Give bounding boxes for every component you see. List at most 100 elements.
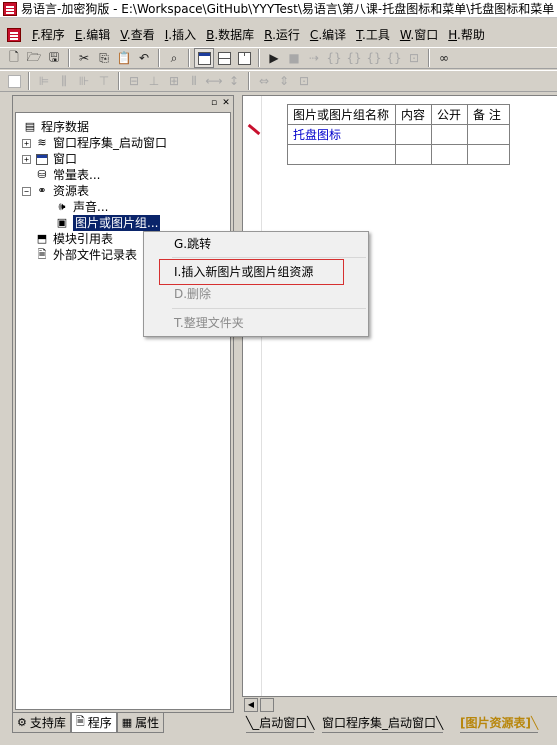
step-over-icon[interactable]: {} <box>344 48 364 68</box>
menu-edit[interactable]: E.编辑 <box>70 25 115 45</box>
window-icon <box>34 152 50 166</box>
align-top-icon[interactable]: ⊤ <box>94 71 114 91</box>
tree-item-external-files[interactable]: 🗎 外部文件记录表 <box>34 247 137 263</box>
tree-item-modules[interactable]: ⬒ 模块引用表 <box>34 231 113 247</box>
panel-close-icon[interactable]: ✕ <box>221 98 231 108</box>
tab-program[interactable]: 🗎 程序 <box>70 713 117 733</box>
menu-window[interactable]: W.窗口 <box>395 25 443 45</box>
tree-item-window[interactable]: + 窗口 <box>22 151 77 167</box>
align-bottom-icon[interactable]: ⊥ <box>144 71 164 91</box>
tree-item-pictures[interactable]: ▣ 图片或图片组... <box>54 215 161 231</box>
standard-toolbar: 🗋 🗁 🖫 ✂ ⎘ 📋 ↶ ⌕ ▶ ■ ⇢ {} {} {} {} ⊡ ∞ <box>0 47 557 69</box>
column-header: 备 注 <box>467 104 510 125</box>
space-horizontal-icon[interactable]: ⟷ <box>204 71 224 91</box>
assembly-icon: ≋ <box>37 136 47 149</box>
context-menu: G.跳转 I.插入新图片或图片组资源 D.删除 T.整理文件夹 <box>143 231 369 337</box>
tree-item-constants[interactable]: ⛁ 常量表... <box>34 167 100 183</box>
same-width-icon[interactable]: ⊞ <box>164 71 184 91</box>
resource-editor[interactable]: 图片或图片组名称 内容 公开 备 注 托盘图标 <box>242 95 557 696</box>
tree-item-resources[interactable]: − ⚭ 资源表 <box>22 183 89 199</box>
binoculars-icon[interactable]: ∞ <box>434 48 454 68</box>
table-row[interactable] <box>287 144 510 165</box>
menu-compile[interactable]: C.编译 <box>305 25 351 45</box>
select-icon[interactable] <box>4 71 24 91</box>
tree-item-assembly[interactable]: + ≋ 窗口程序集_启动窗口 <box>22 135 167 151</box>
menu-tools[interactable]: T.工具 <box>351 25 395 45</box>
menu-help[interactable]: H.帮助 <box>443 25 490 45</box>
properties-icon: ▦ <box>121 716 133 729</box>
undo-icon[interactable]: ↶ <box>134 48 154 68</box>
open-folder-icon[interactable]: 🗁 <box>24 48 44 68</box>
run-icon[interactable]: ▶ <box>264 48 284 68</box>
tree-item-sound[interactable]: 🕪 声音... <box>54 199 109 215</box>
picture-resource-table[interactable]: 图片或图片组名称 内容 公开 备 注 托盘图标 <box>287 104 510 165</box>
save-icon[interactable]: 🖫 <box>44 48 64 68</box>
project-tree[interactable]: ▤ 程序数据 + ≋ 窗口程序集_启动窗口 + 窗口 ⛁ 常量表... − ⚭ … <box>15 112 231 710</box>
breakpoint-icon[interactable]: ⊡ <box>404 48 424 68</box>
menu-item-delete[interactable]: D.删除 <box>174 284 211 304</box>
align-middle-icon[interactable]: ⊟ <box>124 71 144 91</box>
menu-item-organize-folder[interactable]: T.整理文件夹 <box>174 313 244 333</box>
align-right-icon[interactable]: ⊪ <box>74 71 94 91</box>
step-out-icon[interactable]: {} <box>364 48 384 68</box>
expand-icon[interactable]: + <box>22 138 31 148</box>
same-height-icon[interactable]: ⫴ <box>184 71 204 91</box>
tab-startup-window[interactable]: ╲_启动窗口╲ <box>246 715 315 733</box>
table-cell[interactable] <box>467 144 510 165</box>
module-icon: ⬒ <box>36 232 48 245</box>
window-layout-icon[interactable] <box>194 48 214 68</box>
table-cell[interactable] <box>287 144 396 165</box>
menu-insert[interactable]: I.插入 <box>160 25 201 45</box>
space-vertical-icon[interactable]: ↕ <box>224 71 244 91</box>
tab-picture-resources[interactable]: [图片资源表]╲ <box>460 715 539 733</box>
expand-icon[interactable]: + <box>22 154 31 164</box>
grid-icon[interactable]: ⊡ <box>294 71 314 91</box>
stop-icon[interactable]: ■ <box>284 48 304 68</box>
run-to-cursor-icon[interactable]: {} <box>384 48 404 68</box>
cut-icon[interactable]: ✂ <box>74 48 94 68</box>
table-cell[interactable] <box>431 144 468 165</box>
tab-window-assembly[interactable]: 窗口程序集_启动窗口╲ <box>322 715 444 733</box>
menu-run[interactable]: R.运行 <box>259 25 305 45</box>
table-cell[interactable] <box>467 124 510 145</box>
tab-properties[interactable]: ▦ 属性 <box>116 713 165 733</box>
split-horizontal-icon[interactable] <box>214 48 234 68</box>
toolbar-separator <box>118 72 120 90</box>
menu-database[interactable]: B.数据库 <box>201 25 259 45</box>
collapse-icon[interactable]: − <box>22 186 31 196</box>
find-icon[interactable]: ⌕ <box>164 48 184 68</box>
center-vertical-icon[interactable]: ⇕ <box>274 71 294 91</box>
tree-root[interactable]: ▤ 程序数据 <box>22 119 89 135</box>
center-horizontal-icon[interactable]: ⇔ <box>254 71 274 91</box>
highlight-box <box>159 259 344 285</box>
step-into-icon[interactable]: {} <box>324 48 344 68</box>
horizontal-scrollbar[interactable]: ◀ <box>242 696 557 712</box>
align-left-icon[interactable]: ⊫ <box>34 71 54 91</box>
align-center-icon[interactable]: ⫼ <box>54 71 74 91</box>
table-cell[interactable]: 托盘图标 <box>287 124 396 145</box>
file-record-icon: 🗎 <box>37 248 47 261</box>
column-header: 公开 <box>431 104 468 125</box>
menu-program[interactable]: F.程序 <box>27 25 70 45</box>
scroll-thumb[interactable] <box>260 698 274 712</box>
editor-margin <box>243 96 262 696</box>
toolbar-separator <box>158 49 160 67</box>
table-row[interactable]: 托盘图标 <box>287 124 510 145</box>
tab-support-library[interactable]: ⚙ 支持库 <box>12 713 71 733</box>
paste-icon[interactable]: 📋 <box>114 48 134 68</box>
step-icon[interactable]: ⇢ <box>304 48 324 68</box>
table-cell[interactable] <box>431 124 468 145</box>
table-cell[interactable] <box>395 144 432 165</box>
split-columns-icon[interactable] <box>234 48 254 68</box>
scroll-left-icon[interactable]: ◀ <box>244 698 258 712</box>
panel-pin-icon[interactable]: ▫ <box>209 98 219 108</box>
menu-bar: F.程序 E.编辑 V.查看 I.插入 B.数据库 R.运行 C.编译 T.工具… <box>0 24 557 46</box>
table-cell[interactable] <box>395 124 432 145</box>
menu-item-goto[interactable]: G.跳转 <box>174 234 211 254</box>
panel-splitter[interactable] <box>236 95 241 735</box>
table-header-row: 图片或图片组名称 内容 公开 备 注 <box>287 104 510 125</box>
new-file-icon[interactable]: 🗋 <box>4 48 24 68</box>
copy-icon[interactable]: ⎘ <box>94 48 114 68</box>
menu-view[interactable]: V.查看 <box>115 25 160 45</box>
document-logo-icon[interactable] <box>7 28 21 42</box>
